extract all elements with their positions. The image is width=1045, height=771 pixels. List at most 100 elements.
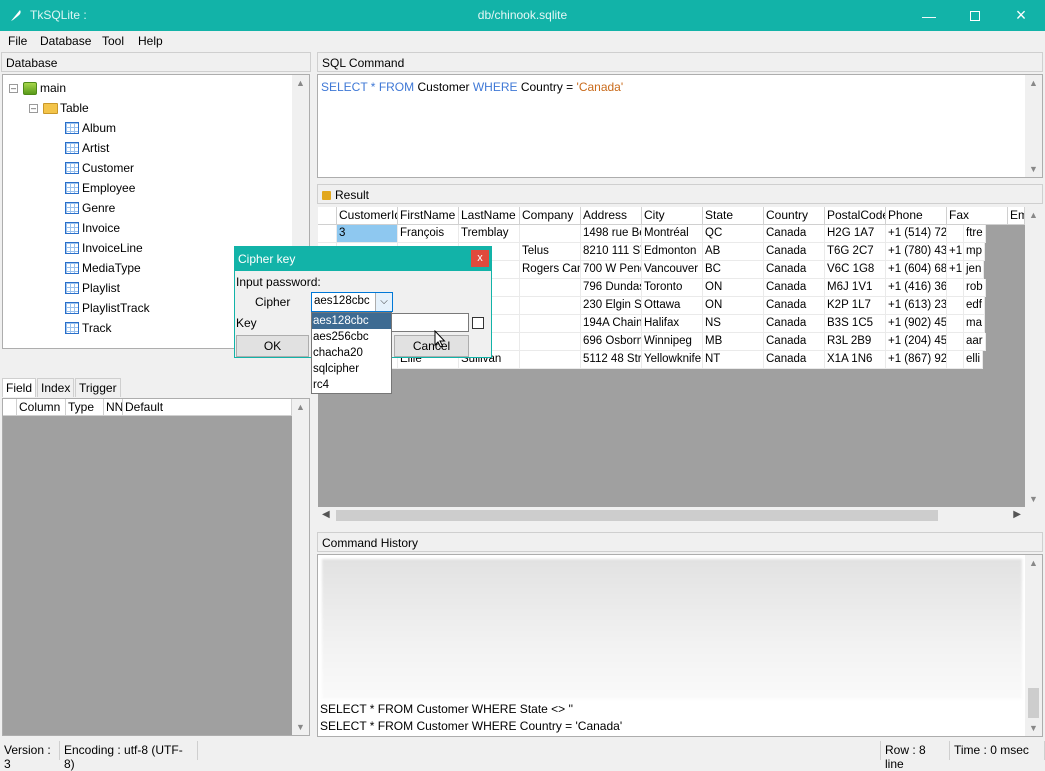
history-scrollbar[interactable]: ▲ ▼ — [1025, 555, 1042, 736]
close-button[interactable]: × — [998, 0, 1044, 31]
table-cell[interactable]: 8210 111 ST — [581, 243, 642, 261]
table-cell[interactable]: edf — [964, 297, 985, 315]
scroll-down-icon[interactable]: ▼ — [1025, 494, 1042, 504]
column-header[interactable]: Default — [123, 399, 292, 416]
table-cell[interactable] — [947, 297, 964, 315]
cipher-option[interactable]: chacha20 — [312, 345, 391, 361]
history-line[interactable]: SELECT * FROM Customer WHERE Country = '… — [320, 719, 622, 733]
table-cell[interactable]: AB — [703, 243, 764, 261]
table-cell[interactable]: B3S 1C5 — [825, 315, 886, 333]
table-cell[interactable]: 700 W Pend — [581, 261, 642, 279]
cipher-select[interactable]: aes128cbc ⌵ — [311, 292, 393, 312]
table-cell[interactable] — [947, 333, 964, 351]
column-header[interactable]: CustomerId — [337, 207, 398, 225]
tree-item-table[interactable]: MediaType — [65, 261, 141, 275]
table-cell[interactable]: Canada — [764, 333, 825, 351]
table-cell[interactable]: +1 (604) 68 — [947, 261, 964, 279]
table-cell[interactable] — [520, 297, 581, 315]
table-cell[interactable]: Canada — [764, 279, 825, 297]
cipher-option[interactable]: rc4 — [312, 377, 391, 393]
sql-editor[interactable]: SELECT * FROM Customer WHERE Country = '… — [317, 74, 1043, 178]
table-cell[interactable] — [947, 315, 964, 333]
table-cell[interactable]: T6G 2C7 — [825, 243, 886, 261]
cipher-option[interactable]: aes128cbc — [312, 313, 391, 329]
table-cell[interactable]: +1 (514) 72 — [886, 225, 947, 243]
table-cell[interactable]: Canada — [764, 225, 825, 243]
column-header[interactable]: Country — [764, 207, 825, 225]
history-line[interactable]: SELECT * FROM Customer WHERE State <> '' — [320, 702, 573, 716]
table-cell[interactable]: M6J 1V1 — [825, 279, 886, 297]
scroll-down-icon[interactable]: ▼ — [292, 722, 309, 732]
table-cell[interactable]: NT — [703, 351, 764, 369]
collapse-icon[interactable]: – — [9, 83, 18, 93]
table-cell[interactable]: R3L 2B9 — [825, 333, 886, 351]
table-cell[interactable]: +1 (780) 43 — [886, 243, 947, 261]
tree-node-table-folder[interactable]: – Table — [29, 101, 89, 115]
field-grid-scrollbar[interactable]: ▲ ▼ — [292, 399, 309, 735]
table-cell[interactable]: ON — [703, 297, 764, 315]
table-cell[interactable]: 5112 48 Stre — [581, 351, 642, 369]
column-header[interactable]: Type — [66, 399, 104, 416]
table-cell[interactable]: +1 (902) 45 — [886, 315, 947, 333]
table-cell[interactable]: François — [398, 225, 459, 243]
table-cell[interactable] — [947, 279, 964, 297]
minimize-button[interactable]: — — [906, 0, 952, 31]
tab-field[interactable]: Field — [2, 378, 37, 397]
table-cell[interactable]: Rogers Can — [520, 261, 581, 279]
table-cell[interactable]: 230 Elgin St — [581, 297, 642, 315]
table-cell[interactable] — [520, 225, 581, 243]
cipher-option[interactable]: aes256cbc — [312, 329, 391, 345]
scroll-up-icon[interactable]: ▲ — [292, 78, 309, 88]
table-cell[interactable]: 796 Dundas — [581, 279, 642, 297]
table-cell[interactable]: Vancouver — [642, 261, 703, 279]
column-header[interactable]: Em — [1008, 207, 1025, 225]
table-cell[interactable]: aar — [964, 333, 986, 351]
table-cell[interactable]: Canada — [764, 351, 825, 369]
scroll-down-icon[interactable]: ▼ — [1025, 164, 1042, 174]
scroll-up-icon[interactable]: ▲ — [1025, 210, 1042, 220]
cipher-dropdown-list[interactable]: aes128cbc aes256cbc chacha20 sqlcipher r… — [311, 312, 392, 394]
table-cell[interactable]: Canada — [764, 261, 825, 279]
table-cell[interactable] — [520, 333, 581, 351]
maximize-button[interactable] — [952, 0, 998, 31]
table-cell[interactable] — [947, 351, 964, 369]
column-header[interactable]: City — [642, 207, 703, 225]
table-cell[interactable]: Telus — [520, 243, 581, 261]
tree-node-main[interactable]: – main — [9, 81, 66, 95]
table-cell[interactable]: elli — [964, 351, 984, 369]
tree-item-table[interactable]: Track — [65, 321, 112, 335]
collapse-icon[interactable]: – — [29, 103, 38, 113]
column-header[interactable]: PostalCode — [825, 207, 886, 225]
history-list[interactable]: SELECT * FROM Customer WHERE State <> ''… — [317, 554, 1043, 737]
tree-item-table[interactable]: Album — [65, 121, 116, 135]
table-cell[interactable]: H2G 1A7 — [825, 225, 886, 243]
column-header[interactable]: Fax — [947, 207, 1008, 225]
sql-scrollbar[interactable]: ▲ ▼ — [1025, 75, 1042, 177]
key-input[interactable] — [391, 313, 469, 332]
column-header[interactable]: Company — [520, 207, 581, 225]
menu-help[interactable]: Help — [138, 34, 163, 48]
tree-item-table[interactable]: InvoiceLine — [65, 241, 143, 255]
table-cell[interactable]: jen — [964, 261, 985, 279]
column-header[interactable]: Phone — [886, 207, 947, 225]
table-cell[interactable]: 1498 rue Bé — [581, 225, 642, 243]
column-header[interactable]: State — [703, 207, 764, 225]
tree-item-table[interactable]: Playlist — [65, 281, 120, 295]
table-cell[interactable] — [520, 351, 581, 369]
scroll-up-icon[interactable]: ▲ — [292, 402, 309, 412]
table-cell[interactable]: Canada — [764, 297, 825, 315]
tree-item-table[interactable]: PlaylistTrack — [65, 301, 150, 315]
table-cell[interactable]: Canada — [764, 243, 825, 261]
menu-file[interactable]: File — [8, 34, 27, 48]
table-cell[interactable]: QC — [703, 225, 764, 243]
scroll-up-icon[interactable]: ▲ — [1025, 78, 1042, 88]
sql-query[interactable]: SELECT * FROM Customer WHERE Country = '… — [321, 80, 623, 94]
table-cell[interactable]: Halifax — [642, 315, 703, 333]
table-cell[interactable]: MB — [703, 333, 764, 351]
ok-button[interactable]: OK — [236, 335, 309, 357]
table-cell[interactable]: Canada — [764, 315, 825, 333]
tree-item-table[interactable]: Artist — [65, 141, 109, 155]
table-cell[interactable]: ma — [964, 315, 985, 333]
cancel-button[interactable]: Cancel — [394, 335, 469, 357]
table-cell[interactable]: 3 — [337, 225, 398, 243]
